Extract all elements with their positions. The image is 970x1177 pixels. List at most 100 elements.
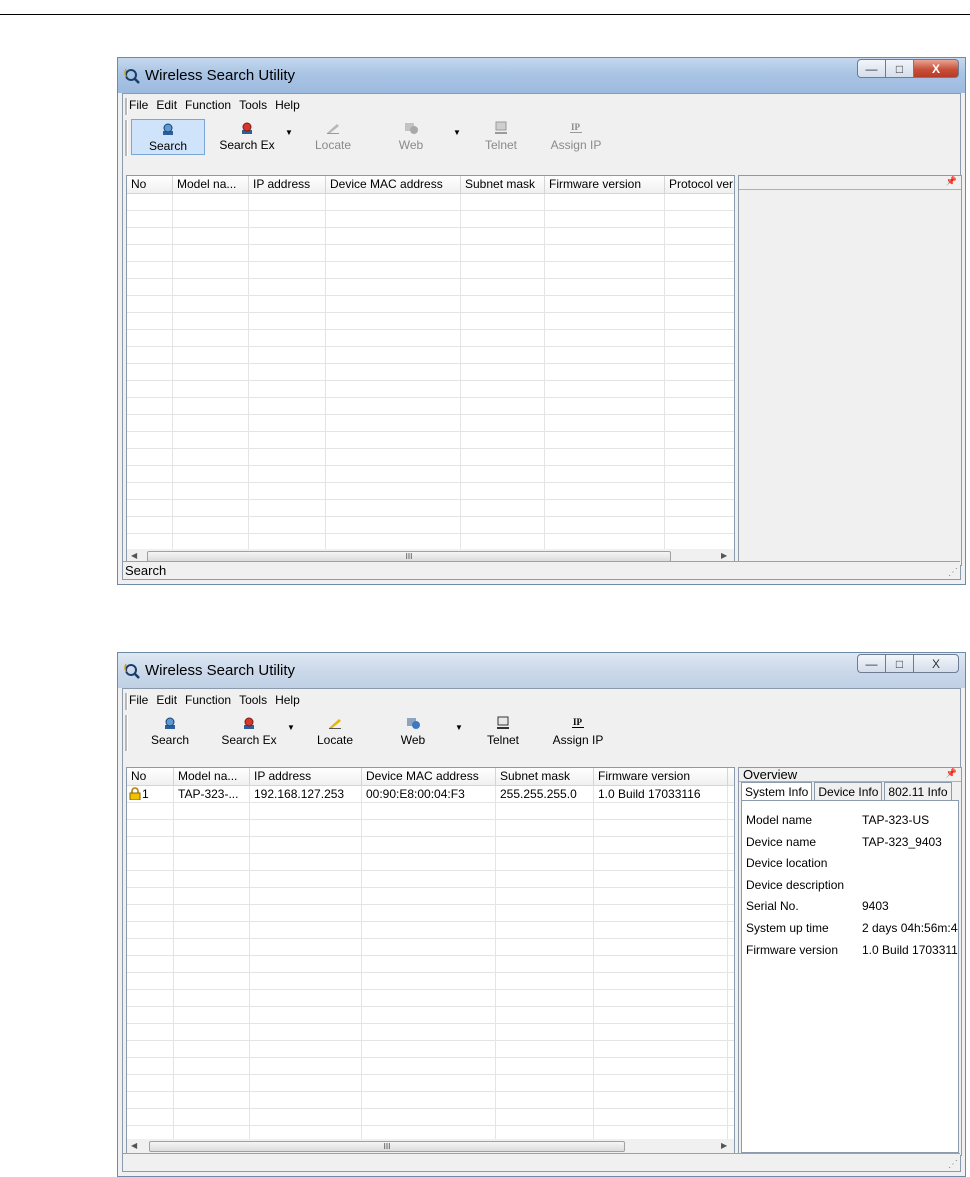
column-header-no[interactable]: No xyxy=(127,768,174,785)
device-list[interactable]: No Model na... IP address Device MAC add… xyxy=(126,175,735,566)
search-button[interactable]: Search xyxy=(135,714,205,750)
info-value: 2 days 04h:56m:44 xyxy=(862,921,959,935)
cell-firmware: 1.0 Build 17033116 xyxy=(598,787,701,801)
maximize-button[interactable]: □ xyxy=(885,654,913,673)
maximize-button[interactable]: □ xyxy=(885,59,913,78)
grid-line xyxy=(495,786,496,1139)
tab-802-11-info[interactable]: 802.11 Info xyxy=(884,782,952,800)
column-header-ip[interactable]: IP address xyxy=(250,768,362,785)
tab-device-info[interactable]: Device Info xyxy=(814,782,883,800)
assign-ip-button[interactable]: IP Assign IP xyxy=(545,714,611,750)
info-key: Model name xyxy=(746,813,813,827)
minimize-icon: — xyxy=(865,61,878,76)
menu-help[interactable]: Help xyxy=(275,693,300,710)
scroll-left-icon[interactable]: ◀ xyxy=(131,1141,137,1150)
search-ex-label: Search Ex xyxy=(219,138,275,152)
grid-line xyxy=(593,786,594,1139)
menu-tools[interactable]: Tools xyxy=(239,98,267,115)
pin-icon[interactable]: 📌 xyxy=(946,768,957,779)
assign-ip-icon: IP xyxy=(570,122,582,133)
locate-button[interactable]: Locate xyxy=(305,714,365,750)
menu-file[interactable]: File xyxy=(129,98,148,115)
web-dropdown-icon[interactable]: ▼ xyxy=(455,723,463,732)
cell-mac: 00:90:E8:00:04:F3 xyxy=(366,787,465,801)
search-label: Search xyxy=(148,139,188,153)
search-ex-icon xyxy=(244,717,254,729)
app-window-results: Wireless Search Utility — □ X File Edit … xyxy=(117,652,966,1177)
grid-line xyxy=(727,786,728,1139)
column-header-ip[interactable]: IP address xyxy=(249,176,326,193)
info-key: Serial No. xyxy=(746,899,799,913)
toolbar-grip[interactable] xyxy=(125,120,128,156)
menu-help[interactable]: Help xyxy=(275,98,300,115)
search-ex-dropdown-icon[interactable]: ▼ xyxy=(285,128,293,137)
search-ex-label: Search Ex xyxy=(221,733,277,747)
table-row[interactable]: 1 TAP-323-... 192.168.127.253 00:90:E8:0… xyxy=(127,786,734,802)
web-icon xyxy=(407,718,420,729)
menu-edit[interactable]: Edit xyxy=(156,693,177,710)
info-key: Firmware version xyxy=(746,943,839,957)
menu-function[interactable]: Function xyxy=(185,693,231,710)
column-header-subnet[interactable]: Subnet mask xyxy=(461,176,545,193)
telnet-label: Telnet xyxy=(484,138,518,152)
resize-grip-icon[interactable]: ⋰ xyxy=(948,1159,958,1170)
search-ex-button[interactable]: Search Ex xyxy=(211,119,283,155)
column-header-model[interactable]: Model na... xyxy=(174,768,250,785)
menubar-grip[interactable] xyxy=(125,693,128,710)
web-button[interactable]: Web xyxy=(383,714,443,750)
device-list[interactable]: No Model na... IP address Device MAC add… xyxy=(126,767,735,1156)
assign-ip-label: Assign IP xyxy=(550,138,602,152)
telnet-label: Telnet xyxy=(486,733,520,747)
menu-tools[interactable]: Tools xyxy=(239,693,267,710)
pin-icon[interactable]: 📌 xyxy=(946,176,957,187)
menubar-grip[interactable] xyxy=(125,98,128,115)
grid-line xyxy=(544,194,545,549)
maximize-icon: □ xyxy=(895,61,904,76)
overview-panel: Overview 📌 System Info Device Info 802.1… xyxy=(738,767,962,1156)
overview-tabs: System Info Device Info 802.11 Info xyxy=(741,782,954,800)
info-value: TAP-323-US xyxy=(862,813,930,827)
resize-grip-icon[interactable]: ⋰ xyxy=(948,567,958,578)
column-header-firmware[interactable]: Firmware version xyxy=(594,768,728,785)
info-key: System up time xyxy=(746,921,829,935)
column-header-firmware[interactable]: Firmware version xyxy=(545,176,665,193)
title-bar[interactable]: Wireless Search Utility — □ X xyxy=(118,58,965,93)
menu-function[interactable]: Function xyxy=(185,98,231,115)
toolbar-grip[interactable] xyxy=(125,715,128,751)
title-bar[interactable]: Wireless Search Utility — □ X xyxy=(118,653,965,688)
assign-ip-button[interactable]: IP Assign IP xyxy=(543,119,609,155)
lock-icon xyxy=(129,787,141,801)
menu-file[interactable]: File xyxy=(129,693,148,710)
column-header-mac[interactable]: Device MAC address xyxy=(326,176,461,193)
web-label: Web xyxy=(400,733,426,747)
scrollbar-thumb[interactable]: III xyxy=(149,1141,625,1152)
maximize-icon: □ xyxy=(895,656,904,671)
minimize-button[interactable]: — xyxy=(857,654,885,673)
search-ex-dropdown-icon[interactable]: ▼ xyxy=(287,723,295,732)
column-header-mac[interactable]: Device MAC address xyxy=(362,768,496,785)
telnet-icon xyxy=(497,716,509,729)
scroll-right-icon[interactable]: ▶ xyxy=(721,551,727,560)
close-button[interactable]: X xyxy=(913,654,959,673)
scroll-thumb-grip: III xyxy=(383,1142,391,1151)
web-dropdown-icon[interactable]: ▼ xyxy=(453,128,461,137)
search-ex-button[interactable]: Search Ex xyxy=(213,714,285,750)
search-button[interactable]: Search xyxy=(131,119,205,155)
column-header-no[interactable]: No xyxy=(127,176,173,193)
close-button[interactable]: X xyxy=(913,59,959,78)
telnet-button[interactable]: Telnet xyxy=(473,119,529,155)
web-button[interactable]: Web xyxy=(381,119,441,155)
locate-button[interactable]: Locate xyxy=(303,119,363,155)
telnet-button[interactable]: Telnet xyxy=(475,714,531,750)
column-header-subnet[interactable]: Subnet mask xyxy=(496,768,594,785)
minimize-button[interactable]: — xyxy=(857,59,885,78)
column-header-protocol[interactable]: Protocol ver xyxy=(665,176,734,193)
menu-edit[interactable]: Edit xyxy=(156,98,177,115)
scroll-right-icon[interactable]: ▶ xyxy=(721,1141,727,1150)
menu-bar: File Edit Function Tools Help xyxy=(129,98,308,115)
locate-label: Locate xyxy=(314,138,352,152)
tab-system-info[interactable]: System Info xyxy=(741,782,813,800)
scroll-left-icon[interactable]: ◀ xyxy=(131,551,137,560)
column-header-model[interactable]: Model na... xyxy=(173,176,249,193)
app-window-empty: Wireless Search Utility — □ X File Edit … xyxy=(117,57,966,585)
